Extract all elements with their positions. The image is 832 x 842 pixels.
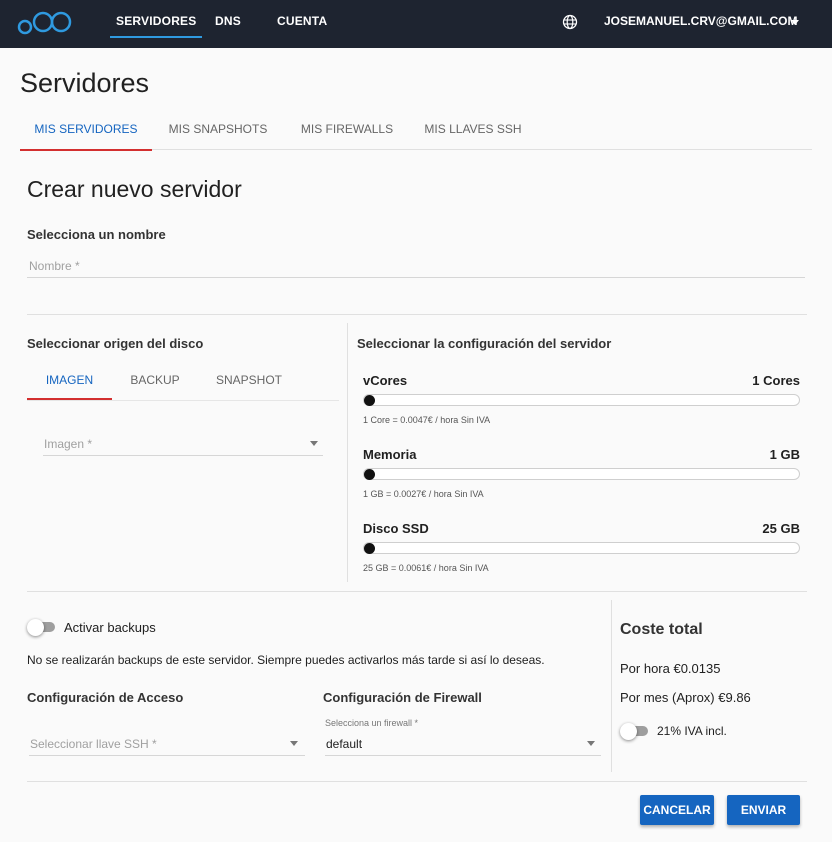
disco-ssd-slider[interactable] xyxy=(363,542,800,554)
firewall-select-underline xyxy=(325,755,601,756)
vcores-label: vCores xyxy=(363,373,408,388)
nav-servidores[interactable]: SERVIDORES xyxy=(109,0,203,40)
tab-mis-servidores[interactable]: MIS SERVIDORES xyxy=(20,110,152,151)
access-config-label: Configuración de Acceso xyxy=(27,690,184,705)
vcores-slider[interactable] xyxy=(363,394,800,406)
disco-ssd-price-note: 25 GB = 0.0061€ / hora Sin IVA xyxy=(363,563,489,573)
vcores-price-note: 1 Core = 0.0047€ / hora Sin IVA xyxy=(363,415,491,425)
logo-icon[interactable] xyxy=(16,6,72,36)
ssh-select-underline xyxy=(29,755,305,756)
tab-mis-firewalls[interactable]: MIS FIREWALLS xyxy=(292,110,402,150)
vcores-value: 1 Cores xyxy=(752,373,800,388)
chevron-down-icon[interactable] xyxy=(310,441,318,446)
disco-ssd-value: 25 GB xyxy=(762,521,800,536)
backups-toggle[interactable] xyxy=(27,619,55,636)
chevron-down-icon[interactable] xyxy=(791,20,799,25)
page-title: Servidores xyxy=(20,68,150,98)
send-button[interactable]: ENVIAR xyxy=(727,795,800,825)
disk-tabs-underline xyxy=(27,400,339,401)
memoria-value: 1 GB xyxy=(769,447,800,462)
vat-toggle-label: 21% IVA incl. xyxy=(657,724,727,738)
cost-per-month: Por mes (Aprox) €9.86 xyxy=(620,690,751,705)
firewall-field-label: Selecciona un firewall * xyxy=(325,718,419,728)
globe-icon[interactable] xyxy=(562,14,578,30)
disco-ssd-label: Disco SSD xyxy=(363,521,429,536)
user-menu[interactable]: JOSEMANUEL.CRV@GMAIL.COM xyxy=(604,0,798,43)
chevron-down-icon[interactable] xyxy=(290,741,298,746)
cost-title: Coste total xyxy=(620,621,703,638)
firewall-select[interactable]: default xyxy=(326,737,362,751)
tab-backup[interactable]: BACKUP xyxy=(117,362,193,400)
cost-per-hour: Por hora €0.0135 xyxy=(620,661,721,676)
image-select[interactable]: Imagen * xyxy=(44,437,92,451)
backups-toggle-label: Activar backups xyxy=(64,620,156,635)
main-tabs: MIS SERVIDORES MIS SNAPSHOTS MIS FIREWAL… xyxy=(20,110,812,151)
vertical-divider xyxy=(611,600,612,772)
tab-snapshot[interactable]: SNAPSHOT xyxy=(207,362,291,400)
ssh-key-select[interactable]: Seleccionar llave SSH * xyxy=(30,737,157,751)
divider xyxy=(27,591,807,592)
name-section-label: Selecciona un nombre xyxy=(27,227,166,242)
vcores-slider-thumb[interactable] xyxy=(364,395,375,406)
nav-cuenta[interactable]: CUENTA xyxy=(277,0,327,40)
image-select-underline xyxy=(43,455,323,456)
divider xyxy=(27,781,807,782)
top-navbar: SERVIDORES DNS CUENTA JOSEMANUEL.CRV@GMA… xyxy=(0,0,832,48)
vertical-divider xyxy=(347,323,348,582)
vat-toggle[interactable] xyxy=(620,723,648,740)
tab-mis-llaves-ssh[interactable]: MIS LLAVES SSH xyxy=(418,110,528,150)
tab-imagen[interactable]: IMAGEN xyxy=(27,362,112,400)
create-heading: Crear nuevo servidor xyxy=(27,176,242,202)
disk-source-label: Seleccionar origen del disco xyxy=(27,336,204,351)
memoria-price-note: 1 GB = 0.0027€ / hora Sin IVA xyxy=(363,489,484,499)
divider xyxy=(27,314,807,315)
nav-dns[interactable]: DNS xyxy=(215,0,241,40)
memoria-slider-thumb[interactable] xyxy=(364,469,375,480)
memoria-slider[interactable] xyxy=(363,468,800,480)
server-config-label: Seleccionar la configuración del servido… xyxy=(357,336,612,351)
firewall-config-label: Configuración de Firewall xyxy=(323,690,482,705)
tab-mis-snapshots[interactable]: MIS SNAPSHOTS xyxy=(162,110,274,150)
name-input[interactable]: Nombre * xyxy=(29,259,80,273)
disco-ssd-slider-thumb[interactable] xyxy=(364,543,375,554)
backups-note: No se realizarán backups de este servido… xyxy=(27,653,545,667)
chevron-down-icon[interactable] xyxy=(587,741,595,746)
memoria-label: Memoria xyxy=(363,447,417,462)
cancel-button[interactable]: CANCELAR xyxy=(640,795,714,825)
name-input-underline xyxy=(27,277,805,278)
